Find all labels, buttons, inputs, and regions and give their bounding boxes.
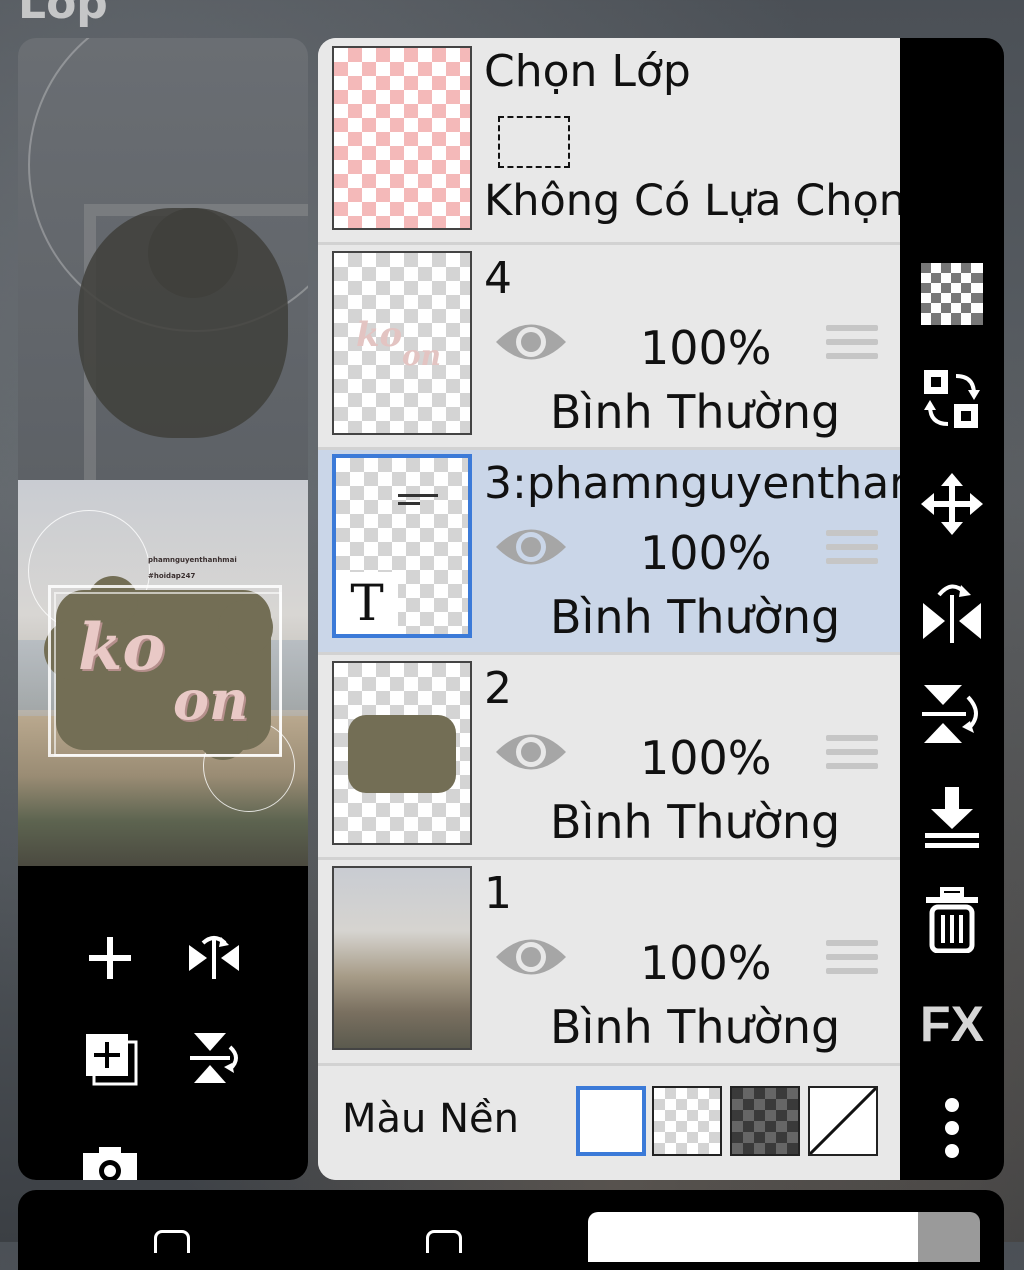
add-layer-icon bbox=[89, 937, 131, 979]
thumb-blob bbox=[348, 715, 456, 793]
flip-horizontal-button[interactable] bbox=[916, 574, 988, 646]
flip-layer-vertical-button[interactable] bbox=[182, 1026, 246, 1090]
move-icon bbox=[921, 473, 983, 535]
canvas-overview bbox=[18, 38, 308, 528]
drag-handle-icon[interactable] bbox=[826, 735, 878, 779]
decor-blob bbox=[148, 208, 238, 298]
panel-title: Lớp bbox=[18, 0, 108, 29]
more-icon bbox=[945, 1098, 959, 1158]
layer-thumbnail bbox=[332, 661, 472, 845]
layer-name: 2 bbox=[484, 663, 512, 714]
layer-preview-image[interactable]: phamnguyenthanhmai #hoidap247 ko on bbox=[18, 480, 308, 866]
layer-opacity[interactable]: 100% bbox=[640, 321, 772, 375]
slash-icon bbox=[808, 1086, 878, 1156]
selection-marquee-icon bbox=[498, 116, 570, 168]
checker-icon bbox=[921, 263, 983, 325]
camera-button[interactable] bbox=[78, 1136, 142, 1180]
layer-row[interactable]: 1 100% Bình Thường bbox=[318, 860, 900, 1066]
layer-opacity[interactable]: 100% bbox=[640, 526, 772, 580]
flip-vertical-icon bbox=[922, 685, 978, 743]
bottom-input-addon[interactable] bbox=[918, 1212, 980, 1262]
layer-list-panel: Chọn Lớp Không Có Lựa Chọn ko on 4 100% … bbox=[318, 38, 900, 1180]
eye-icon[interactable] bbox=[494, 522, 568, 572]
drag-handle-icon[interactable] bbox=[826, 530, 878, 574]
right-toolbar: FX bbox=[900, 38, 1004, 1180]
eye-icon[interactable] bbox=[494, 317, 568, 367]
more-options-button[interactable] bbox=[916, 1092, 988, 1164]
delete-layer-button[interactable] bbox=[916, 884, 988, 956]
bg-swatch-white[interactable] bbox=[576, 1086, 646, 1156]
background-color-label: Màu Nền bbox=[342, 1096, 519, 1142]
merge-down-button[interactable] bbox=[916, 782, 988, 854]
background-color-row: Màu Nền bbox=[318, 1066, 900, 1180]
merge-down-icon bbox=[925, 787, 979, 848]
drag-handle-icon[interactable] bbox=[826, 325, 878, 369]
selection-layer-title: Chọn Lớp bbox=[484, 46, 691, 97]
add-layer-button[interactable] bbox=[78, 926, 142, 990]
layer-blend-mode[interactable]: Bình Thường bbox=[550, 1000, 840, 1054]
layer-blend-mode[interactable]: Bình Thường bbox=[550, 385, 840, 439]
thumb-text-line bbox=[398, 494, 438, 497]
thumb-text-line bbox=[398, 502, 420, 505]
bottom-toolbar bbox=[18, 1190, 1004, 1270]
layer-opacity[interactable]: 100% bbox=[640, 731, 772, 785]
flip-horizontal-icon bbox=[189, 936, 239, 979]
selection-layer-row[interactable]: Chọn Lớp Không Có Lựa Chọn bbox=[318, 38, 900, 245]
bg-swatch-none[interactable] bbox=[808, 1086, 878, 1156]
preview-text-line1: phamnguyenthanhmai bbox=[148, 556, 237, 564]
layer-opacity[interactable]: 100% bbox=[640, 936, 772, 990]
layer-name: 3:phamnguyenthan bbox=[484, 458, 900, 509]
drag-handle-icon[interactable] bbox=[826, 940, 878, 984]
thumb-art: on bbox=[402, 339, 442, 372]
fx-button[interactable]: FX bbox=[914, 988, 990, 1060]
swap-icon bbox=[924, 370, 980, 428]
bottom-input[interactable] bbox=[588, 1212, 918, 1262]
preview-art-word2: on bbox=[173, 668, 249, 732]
layer-name: 1 bbox=[484, 868, 512, 919]
layer-thumbnail: T bbox=[332, 454, 472, 638]
selection-thumbnail bbox=[332, 46, 472, 230]
layer-thumbnail: ko on bbox=[332, 251, 472, 435]
flip-vertical-button[interactable] bbox=[916, 678, 988, 750]
duplicate-layer-icon bbox=[86, 1034, 138, 1086]
layer-name: 4 bbox=[484, 253, 512, 304]
flip-horizontal-icon bbox=[923, 584, 981, 643]
eye-icon[interactable] bbox=[494, 727, 568, 777]
layer-row-selected[interactable]: T 3:phamnguyenthan 100% Bình Thường bbox=[318, 450, 900, 655]
bg-swatch-transparent-dark[interactable] bbox=[730, 1086, 800, 1156]
layer-blend-mode[interactable]: Bình Thường bbox=[550, 590, 840, 644]
thumb-art: ko bbox=[356, 315, 403, 355]
flip-vertical-icon bbox=[190, 1033, 238, 1083]
transparency-button[interactable] bbox=[916, 258, 988, 330]
duplicate-layer-button[interactable] bbox=[78, 1026, 142, 1090]
canvas-preview-panel: phamnguyenthanhmai #hoidap247 ko on bbox=[18, 38, 308, 1180]
fx-icon: FX bbox=[920, 996, 984, 1052]
preview-art-word1: ko bbox=[78, 610, 166, 685]
selection-status: Không Có Lựa Chọn bbox=[484, 176, 900, 226]
left-toolbar bbox=[18, 866, 308, 1180]
layer-row[interactable]: ko on 4 100% Bình Thường bbox=[318, 245, 900, 450]
layer-row[interactable]: 2 100% Bình Thường bbox=[318, 655, 900, 860]
trash-icon bbox=[926, 887, 978, 953]
layer-thumbnail bbox=[332, 866, 472, 1050]
layer-blend-mode[interactable]: Bình Thường bbox=[550, 795, 840, 849]
preview-text-line2: #hoidap247 bbox=[148, 572, 196, 580]
camera-icon bbox=[83, 1147, 137, 1180]
text-layer-badge: T bbox=[336, 572, 398, 634]
swap-button[interactable] bbox=[916, 364, 988, 436]
eye-icon[interactable] bbox=[494, 932, 568, 982]
bg-swatch-transparent-light[interactable] bbox=[652, 1086, 722, 1156]
move-button[interactable] bbox=[916, 468, 988, 540]
flip-layer-horizontal-button[interactable] bbox=[182, 926, 246, 990]
